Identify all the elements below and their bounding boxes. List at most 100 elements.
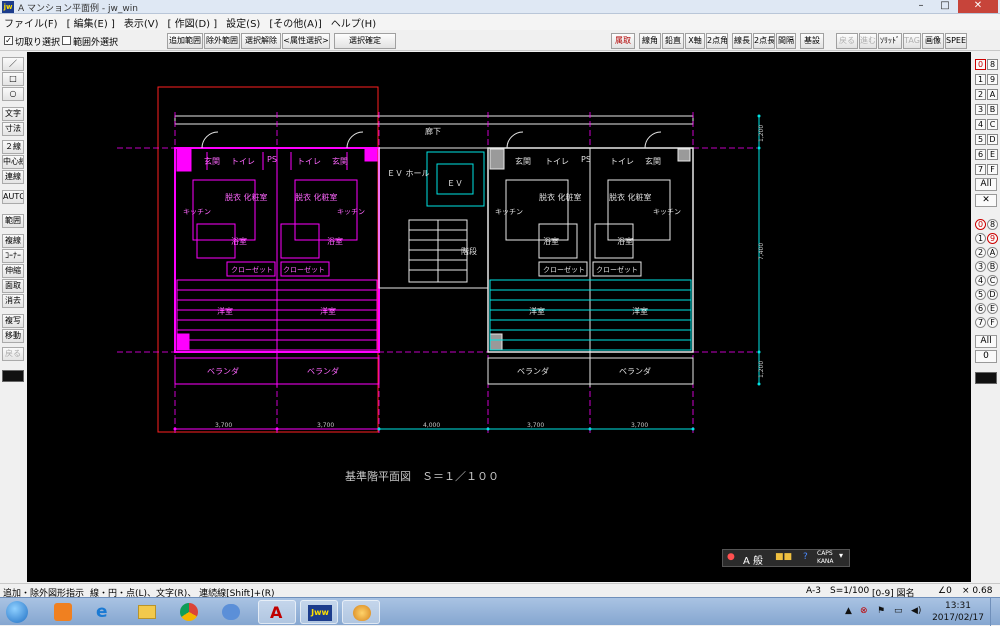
group-6[interactable]: 6 xyxy=(975,303,986,314)
group-2[interactable]: 2 xyxy=(975,247,986,258)
ime-expand-icon[interactable]: ▾ xyxy=(839,551,843,560)
layer-7[interactable]: 7 xyxy=(975,164,986,175)
close-icon[interactable]: ✕ xyxy=(958,0,998,13)
taskbar-clock[interactable]: 13:31 2017/02/17 xyxy=(930,600,986,624)
layer-a[interactable]: A xyxy=(987,89,998,100)
attribute-select-button[interactable]: <属性選択> xyxy=(282,33,330,49)
forward-button[interactable]: 進む xyxy=(859,33,877,49)
menu-view[interactable]: 表示(V) xyxy=(124,15,159,30)
taskbar-paint[interactable] xyxy=(342,600,380,624)
layer-1[interactable]: 1 xyxy=(975,74,986,85)
layer-6[interactable]: 6 xyxy=(975,149,986,160)
tray-flag-icon[interactable]: ⚑ xyxy=(877,606,885,616)
group-8[interactable]: 8 xyxy=(987,219,998,230)
layer-cross-icon[interactable]: ✕ xyxy=(975,194,997,207)
layer-d[interactable]: D xyxy=(987,134,998,145)
tool-copy[interactable]: 複写 xyxy=(2,314,24,328)
layer-4[interactable]: 4 xyxy=(975,119,986,130)
tool-erase[interactable]: 消去 xyxy=(2,294,24,308)
group-0[interactable]: 0 xyxy=(975,219,986,230)
taskbar-explorer[interactable] xyxy=(128,600,166,624)
tool-corner[interactable]: ｺｰﾅｰ xyxy=(2,249,24,263)
taskbar-jwwin[interactable]: Jww xyxy=(300,600,338,624)
group-9[interactable]: 9 xyxy=(987,233,998,244)
start-button[interactable] xyxy=(2,598,32,625)
tool-extend[interactable]: 伸縮 xyxy=(2,264,24,278)
speed-button[interactable]: SPEED xyxy=(945,33,967,49)
group-a[interactable]: A xyxy=(987,247,998,258)
tool-move[interactable]: 移動 xyxy=(2,329,24,343)
image-button[interactable]: 画像 xyxy=(922,33,944,49)
tool-range[interactable]: 範囲 xyxy=(2,214,24,228)
tool-dimension[interactable]: 寸法 xyxy=(2,122,24,136)
attr-get-button[interactable]: 属取 xyxy=(611,33,635,49)
tray-network-icon[interactable]: ▭ xyxy=(894,606,903,616)
show-desktop-button[interactable] xyxy=(990,598,1000,626)
ime-help-icon[interactable]: ? xyxy=(803,552,808,562)
group-4[interactable]: 4 xyxy=(975,275,986,286)
taskbar-acrobat[interactable]: A xyxy=(258,600,296,624)
layer-c[interactable]: C xyxy=(987,119,998,130)
group-e[interactable]: E xyxy=(987,303,998,314)
layer-3[interactable]: 3 xyxy=(975,104,986,115)
tool-chamfer[interactable]: 面取 xyxy=(2,279,24,293)
maximize-icon[interactable]: □ xyxy=(934,0,956,13)
tool-auto[interactable]: AUTO xyxy=(2,190,24,204)
solid-button[interactable]: ｿﾘｯﾄﾞ xyxy=(878,33,902,49)
tool-offset-line[interactable]: 複線 xyxy=(2,234,24,248)
two-point-angle-button[interactable]: 2点角 xyxy=(706,33,728,49)
line-angle-button[interactable]: 線角 xyxy=(639,33,661,49)
ime-language-bar[interactable]: ● A 般 ■■ ? CAPS KANA ▾ xyxy=(722,549,850,567)
tray-volume-icon[interactable]: ◀) xyxy=(911,606,921,616)
tag-button[interactable]: TAG xyxy=(903,33,921,49)
minimize-icon[interactable]: – xyxy=(910,0,932,13)
ime-mode[interactable]: A 般 xyxy=(743,552,763,567)
exclude-range-button[interactable]: 除外範囲 xyxy=(204,33,240,49)
confirm-selection-button[interactable]: 選択確定 xyxy=(334,33,396,49)
group-5[interactable]: 5 xyxy=(975,289,986,300)
layer-5[interactable]: 5 xyxy=(975,134,986,145)
status-angle[interactable]: ∠0 xyxy=(938,586,952,596)
layer-f[interactable]: F xyxy=(987,164,998,175)
taskbar-mail[interactable] xyxy=(212,600,250,624)
taskbar-ie[interactable]: e xyxy=(86,600,124,624)
add-range-button[interactable]: 追加範囲 xyxy=(167,33,203,49)
interval-button[interactable]: 間隔 xyxy=(776,33,796,49)
tool-text[interactable]: 文字 xyxy=(2,107,24,121)
cut-select-checkbox[interactable]: ✓ xyxy=(4,36,13,45)
layer-e[interactable]: E xyxy=(987,149,998,160)
line-style-swatch[interactable] xyxy=(2,370,24,382)
vertical-button[interactable]: 鉛直 xyxy=(662,33,684,49)
tool-circle[interactable]: ○ xyxy=(2,87,24,101)
group-d[interactable]: D xyxy=(987,289,998,300)
tool-rectangle[interactable]: □ xyxy=(2,72,24,86)
group-1[interactable]: 1 xyxy=(975,233,986,244)
menu-draw[interactable]: [ 作図(D) ] xyxy=(168,15,218,30)
layer-all-button[interactable]: All xyxy=(975,178,997,191)
ime-tools-icon[interactable]: ■■ xyxy=(775,552,792,562)
layer-2[interactable]: 2 xyxy=(975,89,986,100)
x-axis-button[interactable]: X軸 xyxy=(685,33,705,49)
status-paper-size[interactable]: A-3 xyxy=(806,586,821,596)
group-all-button[interactable]: All xyxy=(975,335,997,348)
group-3[interactable]: 3 xyxy=(975,261,986,272)
menu-other[interactable]: [その他(A)] xyxy=(269,15,321,30)
layer-b[interactable]: B xyxy=(987,104,998,115)
line-length-button[interactable]: 線長 xyxy=(732,33,752,49)
group-f[interactable]: F xyxy=(987,317,998,328)
menu-help[interactable]: ヘルプ(H) xyxy=(331,15,376,30)
tool-double-line[interactable]: ２線 xyxy=(2,140,24,154)
group-7[interactable]: 7 xyxy=(975,317,986,328)
status-factor[interactable]: × 0.68 xyxy=(962,586,992,596)
clear-selection-button[interactable]: 選択解除 xyxy=(241,33,281,49)
base-set-button[interactable]: 基設 xyxy=(800,33,824,49)
menu-edit[interactable]: [ 編集(E) ] xyxy=(67,15,115,30)
outside-select-checkbox[interactable] xyxy=(62,36,71,45)
tool-line[interactable]: ／ xyxy=(2,57,24,71)
layer-9[interactable]: 9 xyxy=(987,74,998,85)
back-button[interactable]: 戻る xyxy=(836,33,858,49)
group-zero-button[interactable]: 0 xyxy=(975,350,997,363)
group-b[interactable]: B xyxy=(987,261,998,272)
tray-acrobat-icon[interactable]: ⊗ xyxy=(860,606,868,616)
menu-settings[interactable]: 設定(S) xyxy=(226,15,260,30)
